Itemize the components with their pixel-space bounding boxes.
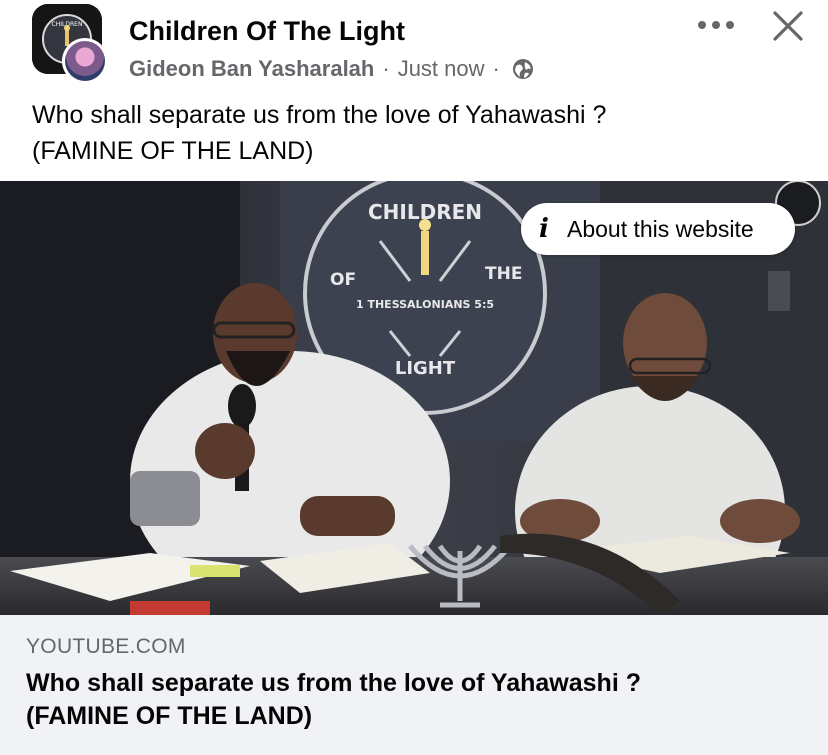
link-preview[interactable]: YOUTUBE.COM Who shall separate us from t… [0, 615, 828, 755]
banner-left: OF [330, 270, 356, 290]
user-avatar[interactable] [62, 38, 108, 84]
post-timestamp[interactable]: Just now [398, 56, 485, 82]
about-website-button[interactable]: i About this website [521, 203, 795, 255]
link-title[interactable]: Who shall separate us from the love of Y… [26, 667, 806, 733]
link-title-line1: Who shall separate us from the love of Y… [26, 669, 641, 697]
link-domain: YOUTUBE.COM [26, 635, 186, 658]
more-options-icon[interactable] [696, 12, 736, 38]
post-text-line2: (FAMINE OF THE LAND) [32, 137, 314, 165]
post-meta: Gideon Ban Yasharalah · Just now · [129, 56, 534, 82]
link-title-line2: (FAMINE OF THE LAND) [26, 702, 313, 730]
close-icon[interactable] [770, 8, 806, 44]
meta-separator-2: · [492, 56, 500, 81]
post-header: CHILDREN Children Of The Light Gideon Ba… [0, 0, 828, 92]
group-name[interactable]: Children Of The Light [129, 16, 405, 47]
avatar-group[interactable]: CHILDREN [32, 4, 108, 84]
meta-separator: · [382, 56, 390, 81]
post-text-line1: Who shall separate us from the love of Y… [32, 101, 607, 129]
banner-bottom: LIGHT [395, 358, 456, 379]
banner-verse: 1 THESSALONIANS 5:5 [356, 298, 494, 311]
post-text: Who shall separate us from the love of Y… [32, 97, 812, 169]
about-website-label: About this website [567, 215, 754, 242]
globe-icon [512, 58, 534, 80]
author-name[interactable]: Gideon Ban Yasharalah [129, 56, 374, 82]
info-icon: i [539, 214, 549, 244]
banner-right: THE [485, 264, 522, 284]
